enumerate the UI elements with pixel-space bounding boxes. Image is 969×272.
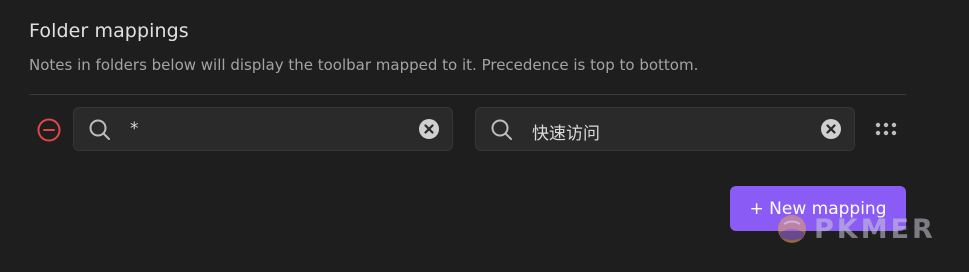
minus-circle-icon — [37, 118, 61, 142]
drag-handle-icon[interactable] — [874, 119, 898, 139]
clear-toolbar-icon[interactable] — [821, 119, 841, 139]
folder-value: * — [130, 119, 139, 139]
folder-search-input[interactable]: * — [73, 107, 453, 151]
new-mapping-button[interactable]: + New mapping — [730, 186, 906, 231]
clear-folder-icon[interactable] — [419, 119, 439, 139]
section-title: Folder mappings — [29, 20, 189, 42]
search-icon — [491, 119, 512, 140]
folder-mappings-panel: Folder mappings Notes in folders below w… — [0, 0, 969, 272]
section-description: Notes in folders below will display the … — [29, 56, 699, 74]
toolbar-search-input[interactable]: 快速访问 — [475, 107, 855, 151]
toolbar-value: 快速访问 — [532, 124, 600, 144]
section-divider — [29, 94, 906, 95]
remove-mapping-button[interactable] — [36, 117, 62, 143]
search-icon — [89, 119, 110, 140]
